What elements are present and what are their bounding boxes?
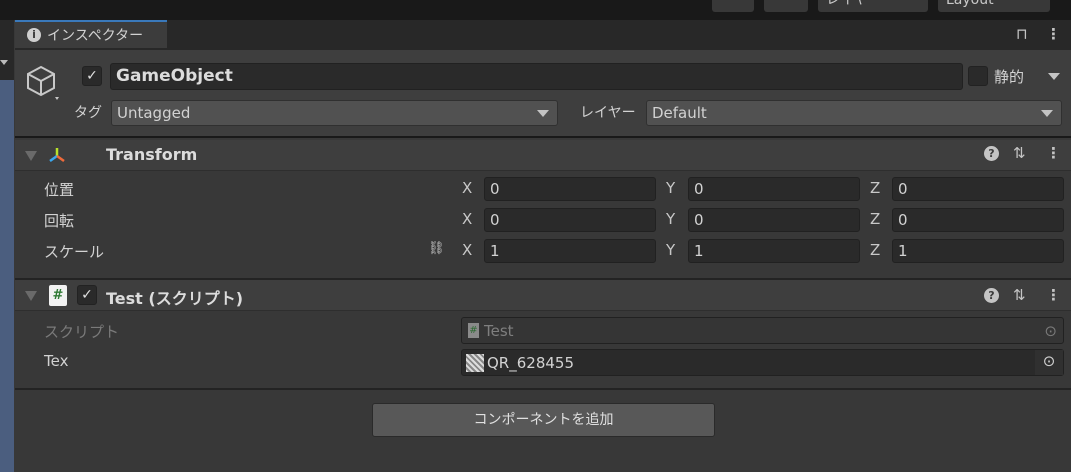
help-icon[interactable]: ?	[984, 288, 999, 303]
script-field: # Test ⊙	[461, 317, 1064, 344]
transform-x-field[interactable]: 1	[484, 239, 656, 263]
transform-x-field[interactable]: 0	[484, 177, 656, 201]
tag-value: Untagged	[117, 104, 191, 122]
help-icon[interactable]: ?	[984, 146, 999, 161]
scene-view-edge	[0, 80, 14, 472]
chevron-down-icon	[1041, 110, 1053, 117]
cube-icon[interactable]	[25, 64, 59, 104]
qr-texture-thumbnail	[466, 353, 484, 372]
history-button[interactable]	[712, 0, 754, 12]
name-field[interactable]: GameObject	[110, 63, 963, 90]
foldout-triangle-icon[interactable]	[25, 291, 37, 301]
csharp-script-icon: #	[468, 323, 479, 338]
layers-dropdown[interactable]: レイヤー	[818, 0, 928, 12]
axis-label-y[interactable]: Y	[666, 179, 675, 197]
chevron-down-icon	[537, 110, 549, 117]
script-value: Test	[484, 321, 514, 340]
script-label: スクリプト	[44, 323, 120, 341]
layer-dropdown[interactable]: Default	[646, 100, 1062, 126]
left-panel-edge	[0, 20, 14, 80]
static-checkbox[interactable]	[968, 66, 988, 86]
axis-label-x[interactable]: X	[462, 210, 472, 228]
lock-icon[interactable]: ⊓	[1016, 25, 1028, 43]
more-menu-icon[interactable]: ⋮	[1046, 144, 1061, 162]
axis-label-z[interactable]: Z	[870, 210, 880, 228]
tex-label: Tex	[44, 352, 69, 370]
axis-label-z[interactable]: Z	[870, 179, 880, 197]
tex-value: QR_628455	[487, 353, 574, 372]
layout-dropdown[interactable]: Layout	[938, 0, 1050, 12]
axis-label-x[interactable]: X	[462, 241, 472, 259]
presets-icon[interactable]: ⇅	[1013, 144, 1026, 162]
axis-label-x[interactable]: X	[462, 179, 472, 197]
active-checkbox[interactable]: ✓	[82, 66, 102, 86]
foldout-triangle-icon[interactable]	[25, 151, 37, 161]
transform-row-label: スケール	[44, 243, 105, 261]
static-label: 静的	[994, 68, 1025, 86]
static-dropdown-caret[interactable]	[1048, 73, 1060, 80]
csharp-script-icon: #	[49, 285, 67, 306]
transform-row-label: 位置	[44, 181, 75, 199]
axis-label-y[interactable]: Y	[666, 210, 675, 228]
layer-label: レイヤー	[580, 105, 636, 121]
layout-label: Layout	[946, 0, 994, 8]
tex-field[interactable]: QR_628455 ⊙	[461, 349, 1064, 376]
transform-z-field[interactable]: 0	[892, 208, 1064, 232]
search-button[interactable]	[764, 0, 808, 12]
transform-row-label: 回転	[44, 212, 75, 230]
info-icon: i	[27, 28, 41, 42]
object-picker-icon: ⊙	[1044, 321, 1057, 340]
transform-x-field[interactable]: 0	[484, 208, 656, 232]
transform-y-field[interactable]: 1	[688, 239, 860, 263]
chevron-down-icon	[0, 60, 8, 65]
more-menu-icon[interactable]: ⋮	[1046, 25, 1061, 43]
transform-y-field[interactable]: 0	[688, 208, 860, 232]
tab-inspector[interactable]: i インスペクター	[15, 20, 167, 48]
layer-value: Default	[652, 104, 707, 122]
tab-bar	[15, 20, 1071, 50]
presets-icon[interactable]: ⇅	[1013, 286, 1026, 304]
transform-z-field[interactable]: 1	[892, 239, 1064, 263]
transform-icon	[49, 148, 65, 163]
transform-title: Transform	[106, 145, 198, 164]
script-enabled-checkbox[interactable]: ✓	[77, 285, 97, 305]
divider	[15, 388, 1071, 390]
unlinked-scale-icon[interactable]: ⛓	[428, 241, 445, 256]
tag-label: タグ	[74, 105, 102, 121]
script-title: Test (スクリプト)	[106, 289, 244, 308]
layers-label: レイヤー	[826, 0, 882, 8]
axis-label-z[interactable]: Z	[870, 241, 880, 259]
add-component-button[interactable]: コンポーネントを追加	[372, 403, 715, 437]
tab-label: インスペクター	[47, 28, 144, 44]
tag-dropdown[interactable]: Untagged	[111, 100, 558, 126]
more-menu-icon[interactable]: ⋮	[1046, 286, 1061, 304]
axis-label-y[interactable]: Y	[666, 241, 675, 259]
transform-y-field[interactable]: 0	[688, 177, 860, 201]
object-picker-icon[interactable]: ⊙	[1035, 350, 1063, 375]
transform-z-field[interactable]: 0	[892, 177, 1064, 201]
